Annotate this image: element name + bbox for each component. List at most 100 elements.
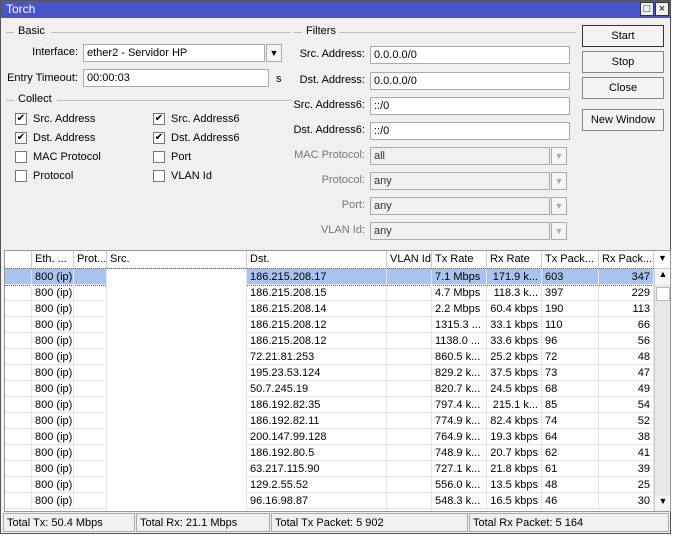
column-header-tx-rate[interactable]: Tx Rate (432, 251, 487, 269)
checkbox-protocol[interactable]: Protocol (15, 170, 73, 182)
checkbox-icon[interactable]: ✔ (15, 132, 27, 144)
cell-tx-packets: 62 (542, 445, 599, 461)
cell-rx-packets: 113 (599, 301, 654, 317)
cell-dst: 186.215.208.14 (247, 301, 387, 317)
column-header-eth[interactable]: Eth. ... (32, 251, 74, 269)
cell-rx-rate: 60.4 kbps (487, 301, 542, 317)
interface-select[interactable]: ether2 - Servidor HP (83, 44, 265, 62)
cell-tx-packets: 190 (542, 301, 599, 317)
dst-address-input[interactable]: 0.0.0.0/0 (370, 72, 570, 90)
close-icon[interactable]: × (655, 2, 669, 16)
start-button[interactable]: Start (582, 25, 664, 47)
cell-rx-rate: 25.2 kbps (487, 349, 542, 365)
checkbox-label: Src. Address (33, 113, 96, 125)
cell-tx-rate: 764.9 k... (432, 429, 487, 445)
vertical-scrollbar[interactable]: ▲ ▼ (654, 269, 670, 511)
cell-rx-rate: 20.7 kbps (487, 445, 542, 461)
column-header-src[interactable]: Src. (107, 251, 247, 269)
table-row[interactable]: 800 (ip) 186.215.208.12 1138.0 ... 33.6 kbp… (5, 333, 654, 349)
cell-src (107, 301, 247, 317)
new-window-button[interactable]: New Window (582, 109, 664, 131)
cell-tx-rate: 523.8 k... (432, 509, 487, 511)
checkbox-icon[interactable]: ✔ (153, 132, 165, 144)
cell-vlan (387, 445, 432, 461)
cell-eth: 800 (ip) (32, 333, 74, 349)
checkbox-mac-protocol[interactable]: MAC Protocol (15, 151, 101, 163)
checkbox-icon[interactable] (15, 151, 27, 163)
scroll-up-icon[interactable]: ▲ (655, 269, 670, 285)
src-address-input[interactable]: 0.0.0.0/0 (370, 46, 570, 64)
cell-eth: 800 (ip) (32, 317, 74, 333)
column-header-tx-pack[interactable]: Tx Pack... (542, 251, 599, 269)
dst-address6-input[interactable]: ::/0 (370, 122, 570, 140)
title-bar[interactable]: Torch (1, 1, 670, 18)
cell-rx-rate: 118.3 k... (487, 285, 542, 301)
table-row[interactable]: 800 (ip) 186.215.208.12 1315.3 ... 33.1 kbp… (5, 317, 654, 333)
table-row[interactable]: 800 (ip) 186.192.82.11 774.9 k... 82.4 kbps… (5, 413, 654, 429)
scrollbar-thumb[interactable] (656, 287, 670, 301)
src-address-label: Src. Address: (299, 48, 365, 60)
checkbox-port[interactable]: Port (153, 151, 191, 163)
total-tx-packet: Total Tx Packet: 5 902 (271, 513, 468, 532)
vlan-id-label: VLAN Id: (320, 224, 365, 236)
entry-timeout-input[interactable]: 00:00:03 (83, 69, 269, 87)
total-rx: Total Rx: 21.1 Mbps (136, 513, 270, 532)
row-marker (5, 365, 32, 381)
vlan-id-input: any (370, 222, 550, 240)
cell-src (107, 397, 247, 413)
column-header-rx-pack[interactable]: Rx Pack... (599, 251, 654, 269)
scroll-down-icon[interactable]: ▼ (655, 496, 670, 511)
dropdown-arrow-icon[interactable]: ▼ (266, 44, 282, 62)
column-header-prot[interactable]: Prot... (74, 251, 107, 269)
src-address6-input[interactable]: ::/0 (370, 97, 570, 115)
cell-rx-rate: 33.6 kbps (487, 333, 542, 349)
cell-eth: 800 (ip) (32, 413, 74, 429)
cell-dst: 186.215.208.12 (247, 317, 387, 333)
stop-button[interactable]: Stop (582, 51, 664, 73)
table-row[interactable]: 800 (ip) 186.192.82.11 523.8 k...17.3 kbps… (5, 509, 654, 511)
table-row[interactable]: 800 (ip) 186.215.208.17 7.1 Mbps 171.9 k...… (5, 268, 654, 286)
table-row[interactable]: 800 (ip) 200.147.99.128 764.9 k... 19.3 kbp… (5, 429, 654, 445)
cell-protocol (74, 269, 107, 285)
table-row[interactable]: 800 (ip) 186.192.80.5 748.9 k... 20.7 kbps 6… (5, 445, 654, 461)
cell-eth: 800 (ip) (32, 429, 74, 445)
close-button[interactable]: Close (582, 77, 664, 99)
checkbox-icon[interactable]: ✔ (15, 113, 27, 125)
cell-dst: 200.147.99.128 (247, 429, 387, 445)
cell-protocol (74, 477, 107, 493)
checkbox-label: Src. Address6 (171, 113, 240, 125)
table-row[interactable]: 800 (ip) 195.23.53.124 829.2 k... 37.5 kbps… (5, 365, 654, 381)
table-row[interactable]: 800 (ip) 96.16.98.87 548.3 k... 16.5 kbps 46… (5, 493, 654, 509)
checkbox-icon[interactable] (15, 170, 27, 182)
column-menu-icon[interactable]: ▼ (654, 251, 670, 269)
table-row[interactable]: 800 (ip) 186.215.208.14 2.2 Mbps 60.4 kbps 1… (5, 301, 654, 317)
checkbox-icon[interactable] (153, 170, 165, 182)
column-header-rx-rate[interactable]: Rx Rate (487, 251, 542, 269)
cell-eth: 800 (ip) (32, 301, 74, 317)
table-row[interactable]: 800 (ip) 129.2.55.52 556.0 k... 13.5 kbps 48… (5, 477, 654, 493)
column-header-vlan-id[interactable]: VLAN Id (387, 251, 432, 269)
cell-tx-packets: 96 (542, 333, 599, 349)
table-row[interactable]: 800 (ip) 72.21.81.253 860.5 k... 25.2 kbps 7… (5, 349, 654, 365)
column-header-dst[interactable]: Dst. (247, 251, 387, 269)
checkbox-icon[interactable]: ✔ (153, 113, 165, 125)
checkbox-icon[interactable] (153, 151, 165, 163)
checkbox-dst-address[interactable]: ✔ Dst. Address (15, 132, 95, 144)
checkbox-src-address[interactable]: ✔ Src. Address (15, 113, 95, 125)
total-tx: Total Tx: 50.4 Mbps (3, 513, 135, 532)
cell-tx-rate: 727.1 k... (432, 461, 487, 477)
checkbox-dst-address6[interactable]: ✔ Dst. Address6 (153, 132, 239, 144)
table-row[interactable]: 800 (ip) 186.192.82.35 797.4 k... 215.1 k..… (5, 397, 654, 413)
table-row[interactable]: 800 (ip) 50.7.245.19 820.7 k... 24.5 kbps 68… (5, 381, 654, 397)
checkbox-vlan-id[interactable]: VLAN Id (153, 170, 212, 182)
cell-tx-packets: 397 (542, 285, 599, 301)
table-row[interactable]: 800 (ip) 63.217.115.90 727.1 k... 21.8 kbps… (5, 461, 654, 477)
checkbox-src-address6[interactable]: ✔ Src. Address6 (153, 113, 239, 125)
cell-tx-rate: 797.4 k... (432, 397, 487, 413)
cell-protocol (74, 381, 107, 397)
maximize-icon[interactable]: □ (640, 2, 654, 16)
checkbox-label: Dst. Address (33, 132, 96, 144)
column-header-blank[interactable] (5, 251, 32, 269)
cell-dst: 186.192.80.5 (247, 445, 387, 461)
table-row[interactable]: 800 (ip) 186.215.208.15 4.7 Mbps 118.3 k...… (5, 285, 654, 301)
